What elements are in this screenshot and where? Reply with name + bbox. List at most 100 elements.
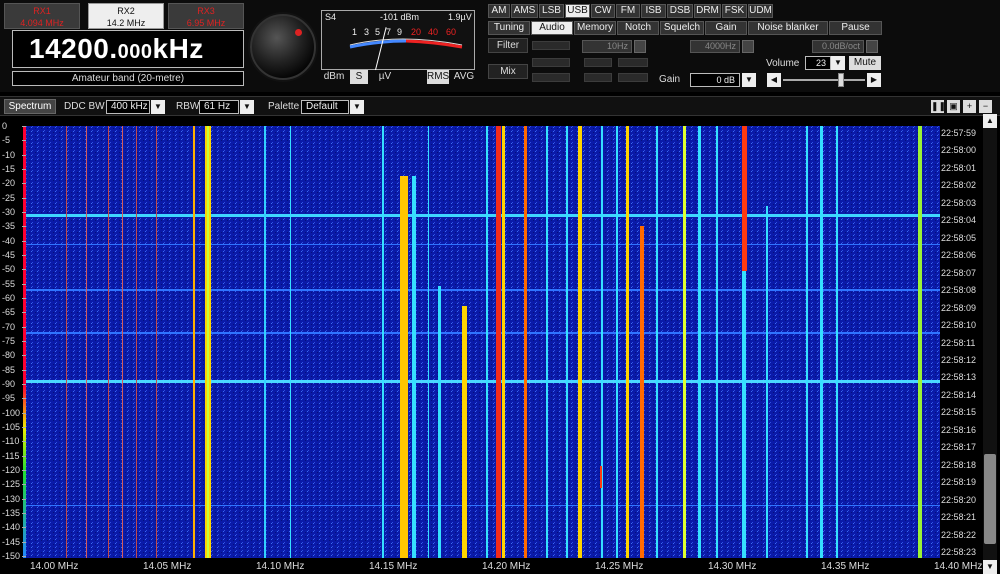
level-tick-label: -65 <box>2 307 16 318</box>
filter-slope-spin[interactable] <box>866 40 878 53</box>
time-label: 22:58:22 <box>941 529 977 540</box>
level-tick-label: -5 <box>2 135 11 146</box>
time-label: 22:58:17 <box>941 442 977 453</box>
frequency-label: 14.25 MHz <box>595 561 644 572</box>
time-label: 22:58:10 <box>941 320 977 331</box>
mode-cw-button[interactable]: CW <box>591 4 615 18</box>
filter-low-spin[interactable] <box>634 40 646 53</box>
rms-button[interactable]: RMS <box>427 70 449 84</box>
zoom-in-icon[interactable]: + <box>963 100 976 113</box>
level-tick-label: -50 <box>2 264 16 275</box>
scroll-thumb[interactable] <box>984 454 996 544</box>
rbw-dropdown-icon[interactable]: ▼ <box>240 100 254 114</box>
level-tick-label: -75 <box>2 336 16 346</box>
mix-button[interactable]: Mix <box>488 64 528 79</box>
level-tick-label: -130 <box>2 493 21 504</box>
mode-udm-button[interactable]: UDM <box>748 4 773 18</box>
mode-am-button[interactable]: AM <box>488 4 510 18</box>
level-tick-label: -60 <box>2 293 16 303</box>
spectrum-button[interactable]: Spectrum <box>4 99 56 114</box>
level-tick-label: -150 <box>2 551 21 561</box>
scroll-down-icon[interactable]: ▼ <box>983 560 997 574</box>
mode-ams-button[interactable]: AMS <box>511 4 538 18</box>
rx3-freq: 6.95 MHz <box>186 18 226 28</box>
tuning-knob[interactable] <box>250 14 316 80</box>
volume-left-icon[interactable]: ◀ <box>767 73 781 87</box>
tab-memory[interactable]: Memory <box>574 21 616 35</box>
filter-slope-field[interactable]: 0.0dB/oct <box>812 40 864 53</box>
frequency-label: 14.30 MHz <box>708 561 757 572</box>
tab-audio[interactable]: Audio <box>531 21 573 35</box>
frequency-label: 14.35 MHz <box>821 561 870 572</box>
mode-usb-button[interactable]: USB <box>565 4 590 18</box>
mode-fm-button[interactable]: FM <box>616 4 640 18</box>
ddc-bw-label: DDC BW <box>64 101 105 112</box>
mute-button[interactable]: Mute <box>849 56 881 70</box>
waterfall-display[interactable] <box>26 126 940 558</box>
mix-disabled-3 <box>618 58 648 67</box>
level-tick-label: -35 <box>2 221 16 232</box>
scroll-up-icon[interactable]: ▲ <box>983 114 997 128</box>
ddc-bw-dropdown-icon[interactable]: ▼ <box>151 100 165 114</box>
volume-dropdown-icon[interactable]: ▼ <box>831 56 845 70</box>
volume-right-icon[interactable]: ▶ <box>867 73 881 87</box>
uv-button[interactable]: µV <box>375 70 395 84</box>
save-icon[interactable]: ▣ <box>947 100 960 113</box>
waterfall-signals <box>26 126 940 558</box>
level-tick-label: -100 <box>2 407 21 418</box>
tab-squelch[interactable]: Squelch <box>660 21 704 35</box>
level-tick-label: -135 <box>2 508 21 518</box>
rx2-name: RX2 <box>117 6 135 16</box>
zoom-out-icon[interactable]: − <box>979 100 992 113</box>
rx1-tab[interactable]: RX1 4.094 MHz <box>4 3 80 29</box>
s-button[interactable]: S <box>350 70 368 84</box>
rbw-select[interactable]: 61 Hz <box>199 100 239 114</box>
rbw-label: RBW <box>176 101 200 112</box>
palette-select[interactable]: Default <box>301 100 349 114</box>
palette-dropdown-icon[interactable]: ▼ <box>350 100 364 114</box>
tab-gain[interactable]: Gain <box>705 21 747 35</box>
filter-low-field[interactable]: 10Hz <box>582 40 632 53</box>
mode-drm-button[interactable]: DRM <box>694 4 721 18</box>
mode-isb-button[interactable]: ISB <box>641 4 666 18</box>
tab-tuning[interactable]: Tuning <box>488 21 530 35</box>
level-tick-label: -70 <box>2 321 16 332</box>
rx2-tab[interactable]: RX2 14.2 MHz <box>88 3 164 29</box>
level-tick-label: -110 <box>2 436 20 447</box>
pause-icon[interactable]: ❚❚ <box>931 100 946 113</box>
volume-field[interactable]: 23 <box>805 56 831 70</box>
level-tick-label: -20 <box>2 178 16 189</box>
frequency-label: 14.20 MHz <box>482 561 531 572</box>
level-tick-label: -25 <box>2 192 16 203</box>
level-tick-label: -55 <box>2 278 16 289</box>
mode-dsb-button[interactable]: DSB <box>667 4 693 18</box>
rx3-tab[interactable]: RX3 6.95 MHz <box>168 3 244 29</box>
ddc-bw-select[interactable]: 400 kHz <box>106 100 150 114</box>
gain-dropdown-icon[interactable]: ▼ <box>742 73 756 87</box>
time-label: 22:57:59 <box>941 128 977 138</box>
tab-pause[interactable]: Pause <box>829 21 882 35</box>
frequency-label: 14.10 MHz <box>256 561 305 572</box>
time-label: 22:58:04 <box>941 215 977 226</box>
level-tick-label: -15 <box>2 164 16 174</box>
dbm-button[interactable]: dBm <box>323 70 345 84</box>
palette-label: Palette <box>268 101 300 112</box>
mode-lsb-button[interactable]: LSB <box>539 4 564 18</box>
filter-high-spin[interactable] <box>742 40 754 53</box>
mode-fsk-button[interactable]: FSK <box>722 4 747 18</box>
level-tick-label: -40 <box>2 235 16 246</box>
avg-button[interactable]: AVG <box>452 70 476 84</box>
s-meter: S4 -101 dBm 1.9µV 1 3 5 7 9 20 40 60 <box>321 10 475 71</box>
volume-slider[interactable] <box>783 79 865 81</box>
volume-slider-handle[interactable] <box>838 73 844 87</box>
filter-button[interactable]: Filter <box>488 38 528 53</box>
tab-noise-blanker[interactable]: Noise blanker <box>748 21 828 35</box>
frequency-display[interactable]: 14200.000kHz <box>12 30 244 68</box>
tab-notch[interactable]: Notch <box>617 21 659 35</box>
time-label: 22:58:13 <box>941 372 977 383</box>
filter-high-field[interactable]: 4000Hz <box>690 40 740 53</box>
gain-field[interactable]: 0 dB <box>690 73 740 87</box>
filter-disabled-1 <box>532 41 570 50</box>
waterfall-scrollbar[interactable]: ▲ ▼ <box>983 114 997 574</box>
level-tick-label: 0 <box>2 121 8 131</box>
